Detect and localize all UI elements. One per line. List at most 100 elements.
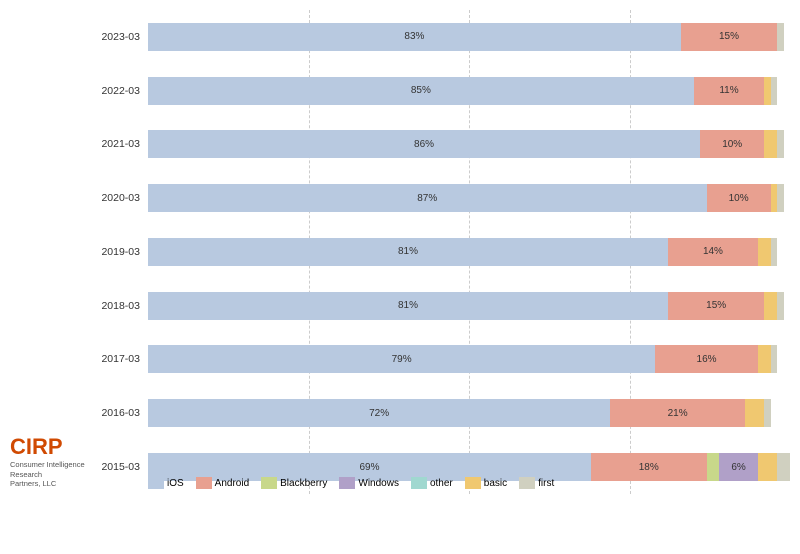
segment-first: [764, 399, 770, 427]
year-label: 2015-03: [90, 461, 148, 473]
segment-label: 81%: [398, 246, 418, 257]
year-label: 2018-03: [90, 300, 148, 312]
segment-android: 21%: [610, 399, 745, 427]
segment-first: [777, 292, 783, 320]
legend-swatch: [411, 477, 427, 489]
legend-item: Blackberry: [261, 477, 327, 489]
segment-label: 86%: [414, 139, 434, 150]
legend-item: iOS: [148, 477, 184, 489]
segment-label: 72%: [369, 408, 389, 419]
legend-item: Android: [196, 477, 249, 489]
bar-track: 85% 11%: [148, 77, 790, 105]
logo-area: CIRP Consumer IntelligenceResearchPartne…: [10, 10, 90, 494]
segment-first: [771, 238, 777, 266]
segment-ios: 86%: [148, 130, 700, 158]
segment-label: 85%: [411, 85, 431, 96]
segment-basic: [758, 238, 771, 266]
legend-item: other: [411, 477, 453, 489]
segment-android: 15%: [668, 292, 764, 320]
segment-label: 83%: [404, 31, 424, 42]
segment-basic: [758, 345, 771, 373]
legend-swatch: [261, 477, 277, 489]
bar-row: 2016-03 72% 21%: [90, 394, 790, 432]
legend-swatch: [148, 477, 164, 489]
segment-ios: 83%: [148, 23, 681, 51]
bar-row: 2022-03 85% 11%: [90, 72, 790, 110]
year-label: 2020-03: [90, 192, 148, 204]
segment-ios: 72%: [148, 399, 610, 427]
segment-android: 10%: [707, 184, 771, 212]
segment-first: [777, 184, 783, 212]
bar-track: 87% 10%: [148, 184, 790, 212]
year-label: 2016-03: [90, 407, 148, 419]
bar-row: 2023-03 83% 15%: [90, 18, 790, 56]
segment-basic: [745, 399, 764, 427]
legend-label: iOS: [167, 478, 184, 489]
year-label: 2021-03: [90, 138, 148, 150]
bar-track: 81% 14%: [148, 238, 790, 266]
legend-item: Windows: [339, 477, 399, 489]
segment-label: 10%: [729, 193, 749, 204]
legend-swatch: [339, 477, 355, 489]
segment-basic: [764, 292, 777, 320]
segment-first: [771, 345, 777, 373]
segment-label: 14%: [703, 246, 723, 257]
segment-label: 16%: [697, 354, 717, 365]
legend-label: Android: [215, 478, 249, 489]
segment-first: [771, 77, 777, 105]
segment-label: 79%: [392, 354, 412, 365]
bar-row: 2019-03 81% 14%: [90, 233, 790, 271]
year-label: 2023-03: [90, 31, 148, 43]
bar-row: 2017-03 79% 16%: [90, 340, 790, 378]
segment-android: 10%: [700, 130, 764, 158]
segment-label: 11%: [719, 85, 738, 96]
chart-container: CIRP Consumer IntelligenceResearchPartne…: [0, 0, 800, 554]
bar-track: 83% 15%: [148, 23, 790, 51]
legend-label: Windows: [358, 478, 399, 489]
year-label: 2022-03: [90, 85, 148, 97]
cirp-logo: CIRP: [10, 436, 90, 458]
bar-row: 2018-0381%15%: [90, 287, 790, 325]
legend-swatch: [519, 477, 535, 489]
legend-label: basic: [484, 478, 507, 489]
segment-basic: [764, 130, 777, 158]
segment-android: 15%: [681, 23, 777, 51]
segment-label: 69%: [359, 462, 379, 473]
segment-basic: [758, 453, 777, 481]
segment-first: [777, 23, 783, 51]
segment-android: 11%: [694, 77, 765, 105]
legend-label: first: [538, 478, 554, 489]
chart-main: 2023-0383%15%2022-0385%11%2021-0386%10%2…: [90, 10, 790, 494]
segment-ios: 81%: [148, 238, 668, 266]
segment-android: 14%: [668, 238, 758, 266]
legend-swatch: [196, 477, 212, 489]
segment-android: 16%: [655, 345, 758, 373]
legend-item: first: [519, 477, 554, 489]
segment-ios: 85%: [148, 77, 694, 105]
segment-label: 21%: [668, 408, 688, 419]
legend-label: other: [430, 478, 453, 489]
segment-blackberry: [707, 453, 720, 481]
year-label: 2019-03: [90, 246, 148, 258]
legend-item: basic: [465, 477, 507, 489]
bar-track: 72% 21%: [148, 399, 790, 427]
segment-ios: 87%: [148, 184, 707, 212]
bar-row: 2021-03 86% 10%: [90, 125, 790, 163]
bars-area: 2023-0383%15%2022-0385%11%2021-0386%10%2…: [90, 10, 790, 494]
segment-label: 15%: [719, 31, 739, 42]
segment-label: 6%: [731, 462, 745, 473]
year-label: 2017-03: [90, 353, 148, 365]
logo-tagline: Consumer IntelligenceResearchPartners, L…: [10, 460, 90, 489]
segment-label: 87%: [417, 193, 437, 204]
segment-first: [777, 130, 783, 158]
bar-track: 79% 16%: [148, 345, 790, 373]
legend-swatch: [465, 477, 481, 489]
segment-windows: 6%: [719, 453, 758, 481]
segment-ios: 79%: [148, 345, 655, 373]
bar-track: 86% 10%: [148, 130, 790, 158]
bar-track: 81%15%: [148, 292, 790, 320]
segment-first: [777, 453, 790, 481]
legend-label: Blackberry: [280, 478, 327, 489]
segment-label: 18%: [639, 462, 659, 473]
segment-label: 15%: [706, 300, 726, 311]
